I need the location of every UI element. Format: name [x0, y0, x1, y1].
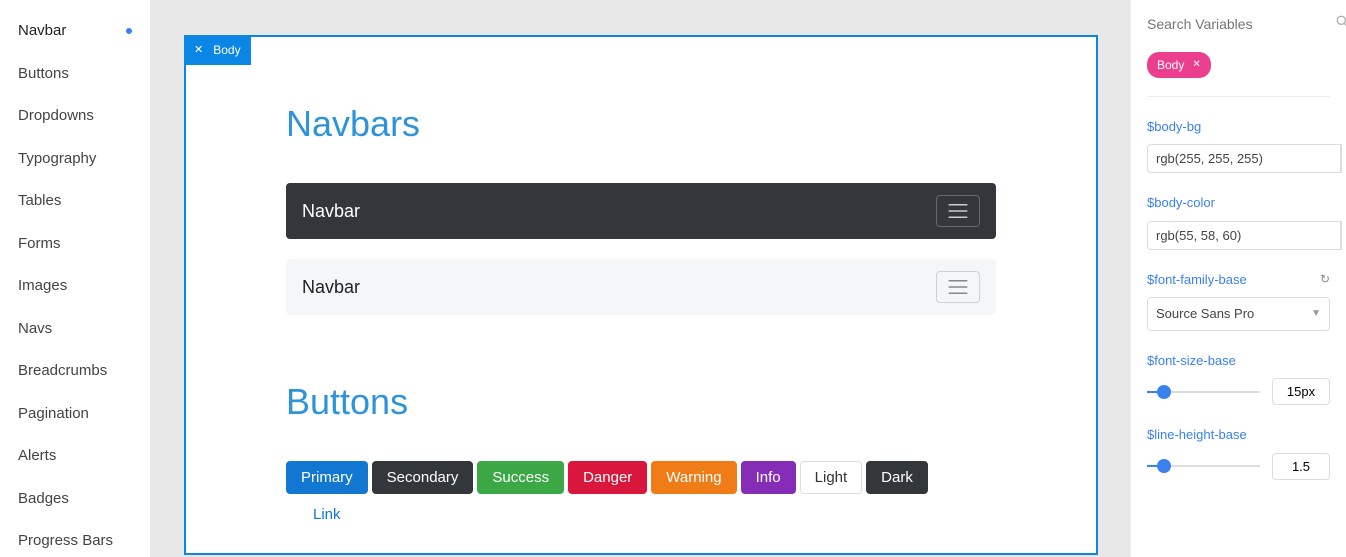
sidebar-item-label: Navbar	[18, 20, 66, 43]
sidebar-item-badges[interactable]: Badges	[0, 478, 150, 521]
slider-thumb[interactable]	[1157, 385, 1171, 399]
button-danger[interactable]: Danger	[568, 461, 647, 494]
preview-content: Navbars Navbar Navbar Buttons	[186, 37, 1096, 555]
component-sidebar: Navbar Buttons Dropdowns Typography Tabl…	[0, 0, 150, 557]
active-dot-icon	[126, 28, 132, 34]
section-heading-buttons: Buttons	[286, 375, 996, 429]
sidebar-item-navs[interactable]: Navs	[0, 308, 150, 351]
var-label-line-height: $line-height-base	[1147, 425, 1330, 445]
preview-frame[interactable]: Navbars Navbar Navbar Buttons	[184, 35, 1098, 555]
selection-tag[interactable]: ✕ Body	[184, 35, 251, 65]
button-row: Primary Secondary Success Danger Warning…	[286, 461, 996, 531]
sidebar-item-progress-bars[interactable]: Progress Bars	[0, 520, 150, 557]
sidebar-item-label: Images	[18, 275, 67, 298]
font-family-select[interactable]: Source Sans Pro ▼	[1147, 297, 1330, 331]
sidebar-item-forms[interactable]: Forms	[0, 223, 150, 266]
sidebar-item-breadcrumbs[interactable]: Breadcrumbs	[0, 350, 150, 393]
button-success[interactable]: Success	[477, 461, 564, 494]
var-label-body-bg: $body-bg	[1147, 117, 1330, 137]
sidebar-item-label: Badges	[18, 488, 69, 511]
var-label-body-color: $body-color	[1147, 193, 1330, 213]
sidebar-item-label: Typography	[18, 148, 96, 171]
select-value: Source Sans Pro	[1156, 304, 1254, 324]
sidebar-item-typography[interactable]: Typography	[0, 138, 150, 181]
sidebar-item-dropdowns[interactable]: Dropdowns	[0, 95, 150, 138]
sidebar-item-pagination[interactable]: Pagination	[0, 393, 150, 436]
hamburger-icon	[948, 280, 968, 294]
var-label-font-family: $font-family-base	[1147, 270, 1247, 290]
filter-pill-label: Body	[1157, 56, 1184, 74]
variables-panel: Body ✕ $body-bg $body-color $font-family…	[1130, 0, 1346, 557]
navbar-light: Navbar	[286, 259, 996, 315]
color-swatch[interactable]	[1341, 221, 1342, 250]
button-primary[interactable]: Primary	[286, 461, 368, 494]
navbar-toggle-button[interactable]	[936, 195, 980, 227]
line-height-value-input[interactable]	[1272, 453, 1330, 480]
sidebar-item-images[interactable]: Images	[0, 265, 150, 308]
button-secondary[interactable]: Secondary	[372, 461, 474, 494]
font-size-value-input[interactable]	[1272, 378, 1330, 405]
sidebar-item-label: Navs	[18, 318, 52, 341]
button-link[interactable]: Link	[298, 498, 356, 531]
button-warning[interactable]: Warning	[651, 461, 736, 494]
slider-thumb[interactable]	[1157, 459, 1171, 473]
search-input[interactable]	[1147, 16, 1328, 32]
search-icon[interactable]	[1336, 14, 1346, 34]
caret-down-icon: ▼	[1311, 306, 1321, 321]
sidebar-item-tables[interactable]: Tables	[0, 180, 150, 223]
var-label-font-size: $font-size-base	[1147, 351, 1330, 371]
navbar-brand[interactable]: Navbar	[302, 274, 360, 301]
line-height-slider[interactable]	[1147, 456, 1260, 476]
sidebar-item-label: Forms	[18, 233, 61, 256]
sidebar-item-label: Breadcrumbs	[18, 360, 107, 383]
navbar-toggle-button[interactable]	[936, 271, 980, 303]
preview-area: ✕ Body Navbars Navbar Navbar	[150, 0, 1130, 557]
selection-tag-label: Body	[213, 41, 240, 59]
sidebar-item-label: Dropdowns	[18, 105, 94, 128]
sidebar-item-label: Progress Bars	[18, 530, 113, 553]
navbar-brand[interactable]: Navbar	[302, 198, 360, 225]
sidebar-item-label: Tables	[18, 190, 61, 213]
sidebar-item-label: Pagination	[18, 403, 89, 426]
close-icon[interactable]: ✕	[1192, 57, 1200, 72]
sidebar-item-label: Alerts	[18, 445, 56, 468]
reset-icon[interactable]: ↻	[1320, 270, 1330, 288]
button-dark[interactable]: Dark	[866, 461, 928, 494]
sidebar-item-navbar[interactable]: Navbar	[0, 10, 150, 53]
sidebar-item-alerts[interactable]: Alerts	[0, 435, 150, 478]
filter-pill-body[interactable]: Body ✕	[1147, 52, 1211, 78]
button-info[interactable]: Info	[741, 461, 796, 494]
color-swatch[interactable]	[1341, 144, 1342, 173]
close-icon[interactable]: ✕	[194, 42, 203, 59]
body-bg-input[interactable]	[1147, 144, 1341, 173]
hamburger-icon	[948, 204, 968, 218]
font-size-slider[interactable]	[1147, 382, 1260, 402]
sidebar-item-buttons[interactable]: Buttons	[0, 53, 150, 96]
body-color-input[interactable]	[1147, 221, 1341, 250]
section-heading-navbars: Navbars	[286, 97, 996, 151]
navbar-dark: Navbar	[286, 183, 996, 239]
button-light[interactable]: Light	[800, 461, 863, 494]
sidebar-item-label: Buttons	[18, 63, 69, 86]
